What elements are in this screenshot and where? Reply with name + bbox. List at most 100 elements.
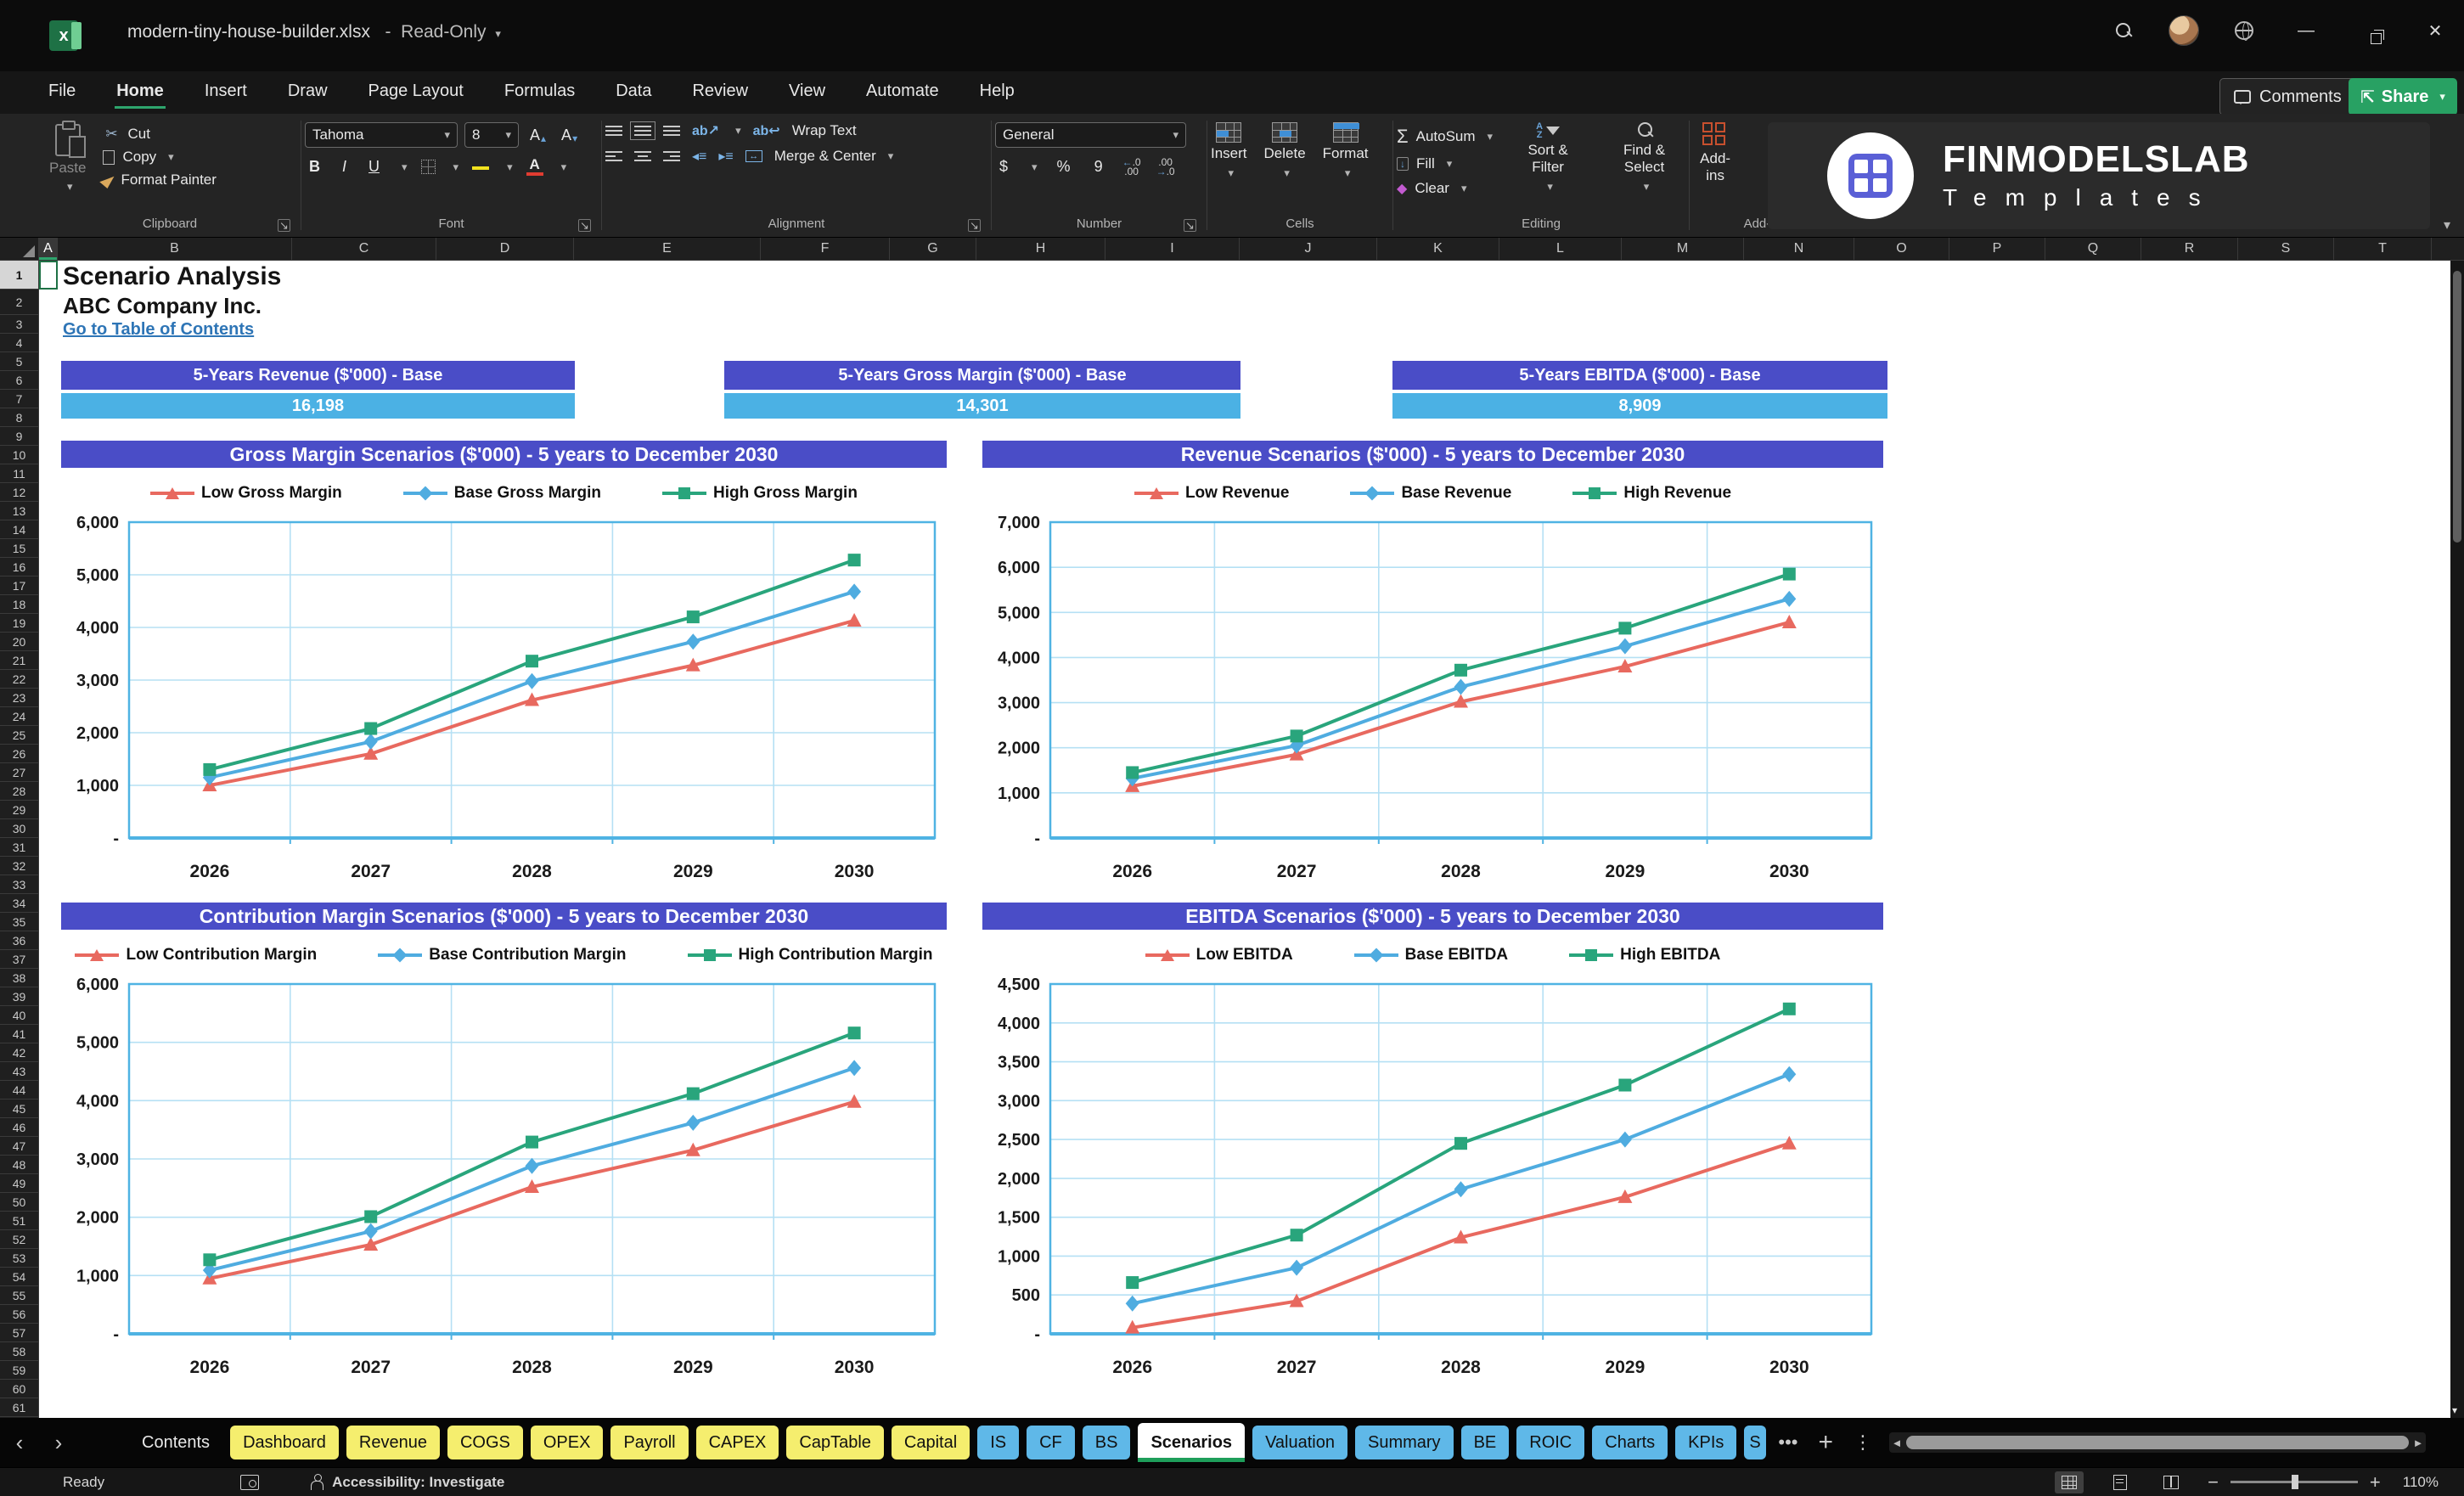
- row-header-41[interactable]: 41: [0, 1025, 38, 1043]
- row-header-29[interactable]: 29: [0, 801, 38, 819]
- close-button[interactable]: ✕: [2418, 20, 2452, 42]
- column-header-A[interactable]: A: [39, 238, 58, 260]
- row-header-8[interactable]: 8: [0, 408, 38, 427]
- autosum-button[interactable]: Σ AutoSum ▾: [1397, 126, 1493, 148]
- row-header-20[interactable]: 20: [0, 633, 38, 651]
- wrap-text-button[interactable]: Wrap Text: [792, 122, 857, 139]
- cut-button[interactable]: ✂ Cut: [103, 126, 216, 143]
- select-all-corner[interactable]: [0, 238, 39, 260]
- row-header-26[interactable]: 26: [0, 745, 38, 763]
- menu-page-layout[interactable]: Page Layout: [367, 76, 465, 109]
- sheet-tab-roic[interactable]: ROIC: [1516, 1426, 1585, 1459]
- menu-view[interactable]: View: [787, 76, 827, 109]
- zoom-slider[interactable]: [2230, 1475, 2358, 1489]
- sheet-tab-scenarios[interactable]: Scenarios: [1138, 1423, 1246, 1462]
- scroll-left-icon[interactable]: ◄: [1889, 1437, 1904, 1449]
- row-header-1[interactable]: 1: [0, 261, 38, 290]
- row-header-9[interactable]: 9: [0, 427, 38, 446]
- row-header-3[interactable]: 3: [0, 315, 38, 334]
- font-size-select[interactable]: 8 ▾: [464, 122, 519, 148]
- scroll-down-icon[interactable]: ▾: [2452, 1404, 2457, 1416]
- row-header-37[interactable]: 37: [0, 950, 38, 969]
- row-header-36[interactable]: 36: [0, 931, 38, 950]
- row-header-34[interactable]: 34: [0, 894, 38, 913]
- row-header-35[interactable]: 35: [0, 913, 38, 931]
- row-header-57[interactable]: 57: [0, 1324, 38, 1342]
- sheet-tab-valuation[interactable]: Valuation: [1252, 1426, 1347, 1459]
- column-header-D[interactable]: D: [436, 238, 574, 260]
- percent-button[interactable]: %: [1053, 156, 1075, 177]
- row-header-46[interactable]: 46: [0, 1118, 38, 1137]
- sheet-tab-be[interactable]: BE: [1460, 1426, 1510, 1459]
- font-name-select[interactable]: Tahoma ▾: [305, 122, 458, 148]
- row-header-58[interactable]: 58: [0, 1342, 38, 1361]
- menu-data[interactable]: Data: [614, 76, 653, 109]
- menu-draw[interactable]: Draw: [286, 76, 329, 109]
- insert-cells-button[interactable]: Insert ▾: [1211, 122, 1247, 182]
- sheet-canvas[interactable]: Scenario Analysis ABC Company Inc. Go to…: [39, 261, 2450, 1418]
- fill-color-button[interactable]: [472, 165, 490, 170]
- row-header-23[interactable]: 23: [0, 689, 38, 707]
- next-sheet-button[interactable]: ›: [39, 1430, 78, 1456]
- row-header-13[interactable]: 13: [0, 502, 38, 520]
- horizontal-scrollbar[interactable]: ◄ ►: [1889, 1432, 2426, 1453]
- fill-button[interactable]: ↓ Fill ▾: [1397, 155, 1493, 172]
- underline-button[interactable]: U: [364, 156, 384, 177]
- clipboard-dialog-launcher[interactable]: ↘: [278, 219, 290, 232]
- row-header-51[interactable]: 51: [0, 1212, 38, 1230]
- sheet-tab-kpis[interactable]: KPIs: [1675, 1426, 1737, 1459]
- sheet-tab-s[interactable]: S: [1744, 1426, 1767, 1459]
- decrease-decimal-button[interactable]: .00 →.0: [1156, 157, 1175, 177]
- menu-formulas[interactable]: Formulas: [503, 76, 577, 109]
- orientation-icon[interactable]: ab↗: [692, 122, 719, 139]
- row-header-38[interactable]: 38: [0, 969, 38, 987]
- column-header-K[interactable]: K: [1377, 238, 1499, 260]
- sheet-tab-dashboard[interactable]: Dashboard: [230, 1426, 339, 1459]
- addins-button[interactable]: Add-ins: [1693, 122, 1737, 184]
- column-header-T[interactable]: T: [2334, 238, 2432, 260]
- italic-button[interactable]: I: [338, 156, 351, 177]
- column-header-Q[interactable]: Q: [2045, 238, 2141, 260]
- sheet-tab-capex[interactable]: CAPEX: [695, 1426, 779, 1459]
- sheet-tab-contents[interactable]: Contents: [129, 1426, 222, 1459]
- row-header-55[interactable]: 55: [0, 1286, 38, 1305]
- row-header-12[interactable]: 12: [0, 483, 38, 502]
- align-center-icon[interactable]: [634, 151, 651, 161]
- align-middle-icon[interactable]: [630, 121, 655, 140]
- column-header-M[interactable]: M: [1622, 238, 1744, 260]
- merge-center-icon[interactable]: ↔: [745, 150, 762, 162]
- clear-button[interactable]: ◆ Clear ▾: [1397, 180, 1493, 197]
- row-header-33[interactable]: 33: [0, 875, 38, 894]
- row-header-18[interactable]: 18: [0, 595, 38, 614]
- row-header-44[interactable]: 44: [0, 1081, 38, 1100]
- row-header-49[interactable]: 49: [0, 1174, 38, 1193]
- row-header-32[interactable]: 32: [0, 857, 38, 875]
- align-top-icon[interactable]: [605, 126, 622, 136]
- increase-decimal-button[interactable]: ←.0.00: [1122, 157, 1141, 177]
- align-right-icon[interactable]: [663, 151, 680, 161]
- column-header-L[interactable]: L: [1499, 238, 1622, 260]
- column-header-S[interactable]: S: [2238, 238, 2334, 260]
- sheet-menu-icon[interactable]: ⋮: [1854, 1431, 1872, 1454]
- increase-indent-icon[interactable]: ▸≡: [718, 148, 733, 165]
- row-header-10[interactable]: 10: [0, 446, 38, 464]
- bold-button[interactable]: B: [305, 156, 324, 177]
- alignment-dialog-launcher[interactable]: ↘: [968, 219, 981, 232]
- avatar[interactable]: [2169, 15, 2199, 46]
- row-header-39[interactable]: 39: [0, 987, 38, 1006]
- column-header-P[interactable]: P: [1949, 238, 2045, 260]
- comments-button[interactable]: Comments: [2219, 78, 2356, 115]
- search-icon[interactable]: [2109, 16, 2138, 45]
- merge-center-button[interactable]: Merge & Center ▾: [774, 148, 894, 165]
- row-header-16[interactable]: 16: [0, 558, 38, 576]
- table-of-contents-link[interactable]: Go to Table of Contents: [63, 320, 254, 340]
- column-header-I[interactable]: I: [1105, 238, 1240, 260]
- currency-button[interactable]: $: [995, 156, 1012, 177]
- sheet-tab-is[interactable]: IS: [977, 1426, 1020, 1459]
- row-header-4[interactable]: 4: [0, 334, 38, 352]
- row-header-31[interactable]: 31: [0, 838, 38, 857]
- font-color-button[interactable]: A: [526, 157, 543, 176]
- sheet-tab-payroll[interactable]: Payroll: [610, 1426, 689, 1459]
- menu-home[interactable]: Home: [115, 76, 166, 109]
- paste-button[interactable]: Paste ▾: [42, 121, 93, 195]
